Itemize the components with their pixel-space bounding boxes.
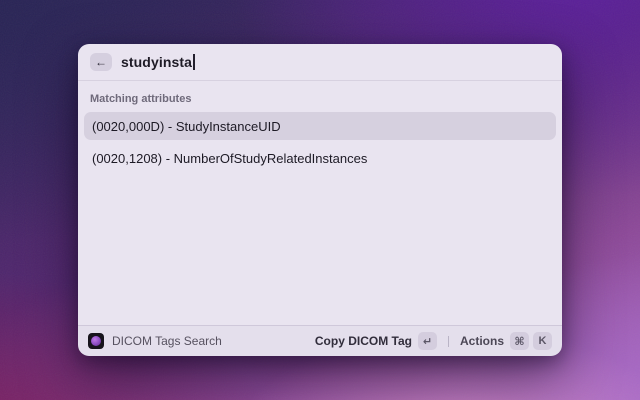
command-key-icon[interactable]: ⌘ [510, 332, 529, 350]
result-label: (0020,1208) - NumberOfStudyRelatedInstan… [92, 150, 368, 166]
actions-shortcut-keys: ⌘ K [510, 332, 552, 350]
footer-actions: Copy DICOM Tag ↵ Actions ⌘ K [315, 332, 552, 350]
result-row-study-instance-uid[interactable]: (0020,000D) - StudyInstanceUID [84, 112, 556, 140]
actions-menu-button[interactable]: Actions [460, 334, 504, 348]
app-name: DICOM Tags Search [112, 334, 222, 348]
dicom-tags-search-window: ← studyinsta Matching attributes (0020,0… [78, 44, 562, 356]
footer-bar: DICOM Tags Search Copy DICOM Tag ↵ Actio… [78, 325, 562, 356]
search-bar: ← studyinsta [78, 44, 562, 81]
search-input[interactable]: studyinsta [121, 44, 550, 80]
desktop-background: ← studyinsta Matching attributes (0020,0… [0, 0, 640, 400]
footer-divider [447, 335, 449, 347]
results-list: Matching attributes (0020,000D) - StudyI… [78, 81, 562, 325]
brain-icon [91, 336, 101, 346]
k-key-icon[interactable]: K [533, 332, 552, 350]
section-header: Matching attributes [90, 93, 192, 105]
result-row-number-of-study-related-instances[interactable]: (0020,1208) - NumberOfStudyRelatedInstan… [84, 144, 556, 172]
search-input-value: studyinsta [121, 54, 193, 70]
back-button[interactable]: ← [90, 53, 112, 71]
primary-action-label[interactable]: Copy DICOM Tag [315, 334, 412, 348]
footer-app-info: DICOM Tags Search [88, 333, 315, 349]
text-caret [193, 54, 195, 70]
back-arrow-icon: ← [95, 55, 107, 69]
result-label: (0020,000D) - StudyInstanceUID [92, 118, 281, 134]
dicom-app-icon [88, 333, 104, 349]
return-key-icon[interactable]: ↵ [417, 332, 437, 350]
